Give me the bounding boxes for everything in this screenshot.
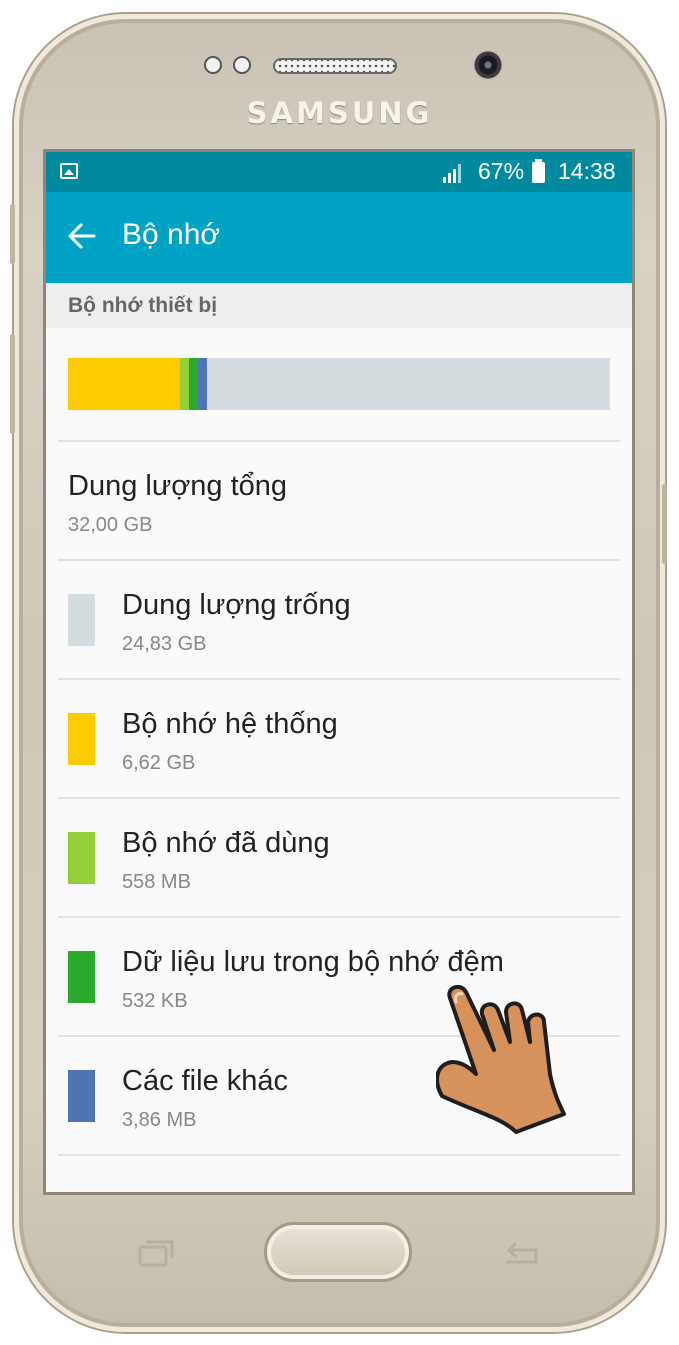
storage-item-label: Dung lượng trống [122, 589, 351, 621]
storage-bar-segment [68, 358, 181, 410]
storage-bar-container [46, 328, 632, 440]
hand-pointer-icon [436, 984, 566, 1134]
total-capacity-row: Dung lượng tổng 32,00 GB [46, 442, 632, 559]
color-swatch [68, 1070, 95, 1122]
storage-item-value: 24,83 GB [122, 633, 207, 655]
section-header: Bộ nhớ thiết bị [46, 283, 632, 328]
app-bar: Bộ nhớ [46, 192, 632, 283]
storage-item-value: 558 MB [122, 871, 191, 893]
total-capacity-label: Dung lượng tổng [68, 470, 288, 502]
sensor-dot [204, 56, 222, 74]
storage-usage-bar [68, 358, 610, 410]
storage-item-label: Các file khác [122, 1065, 289, 1097]
volume-button-lower [10, 334, 15, 434]
volume-button [10, 204, 15, 264]
sensor-dot [233, 56, 251, 74]
signal-icon [443, 164, 461, 183]
arrow-left-icon[interactable] [66, 220, 98, 252]
brand-logo: SAMSUNG [246, 96, 433, 130]
battery-icon [532, 159, 545, 183]
back-key-icon[interactable] [500, 1238, 542, 1268]
power-button [662, 484, 667, 564]
total-capacity-value: 32,00 GB [68, 514, 153, 536]
color-swatch [68, 951, 95, 1003]
color-swatch [68, 713, 95, 765]
color-swatch [68, 594, 95, 646]
storage-item-label: Dữ liệu lưu trong bộ nhớ đệm [122, 946, 504, 978]
storage-bar-segment [180, 358, 190, 410]
gallery-icon [60, 163, 78, 179]
color-swatch [68, 832, 95, 884]
page-title: Bộ nhớ [122, 218, 221, 251]
recent-apps-icon[interactable] [136, 1238, 176, 1268]
storage-bar-segment [189, 358, 199, 410]
earpiece-speaker [273, 58, 397, 74]
storage-item-value: 6,62 GB [122, 752, 196, 774]
storage-item-used[interactable]: Bộ nhớ đã dùng 558 MB [46, 799, 632, 916]
storage-bar-segment [207, 358, 610, 410]
storage-item-value: 532 KB [122, 990, 188, 1012]
storage-item-label: Bộ nhớ đã dùng [122, 827, 330, 859]
front-camera [473, 50, 503, 80]
storage-bar-segment [198, 358, 208, 410]
divider [58, 1154, 620, 1156]
clock: 14:38 [558, 158, 616, 184]
storage-item-label: Bộ nhớ hệ thống [122, 708, 338, 740]
storage-item-system[interactable]: Bộ nhớ hệ thống 6,62 GB [46, 680, 632, 797]
status-bar: 67% 14:38 [46, 152, 632, 192]
storage-item-free[interactable]: Dung lượng trống 24,83 GB [46, 561, 632, 678]
home-button[interactable] [264, 1222, 412, 1282]
storage-item-value: 3,86 MB [122, 1109, 197, 1131]
battery-percent: 67% [478, 158, 525, 184]
